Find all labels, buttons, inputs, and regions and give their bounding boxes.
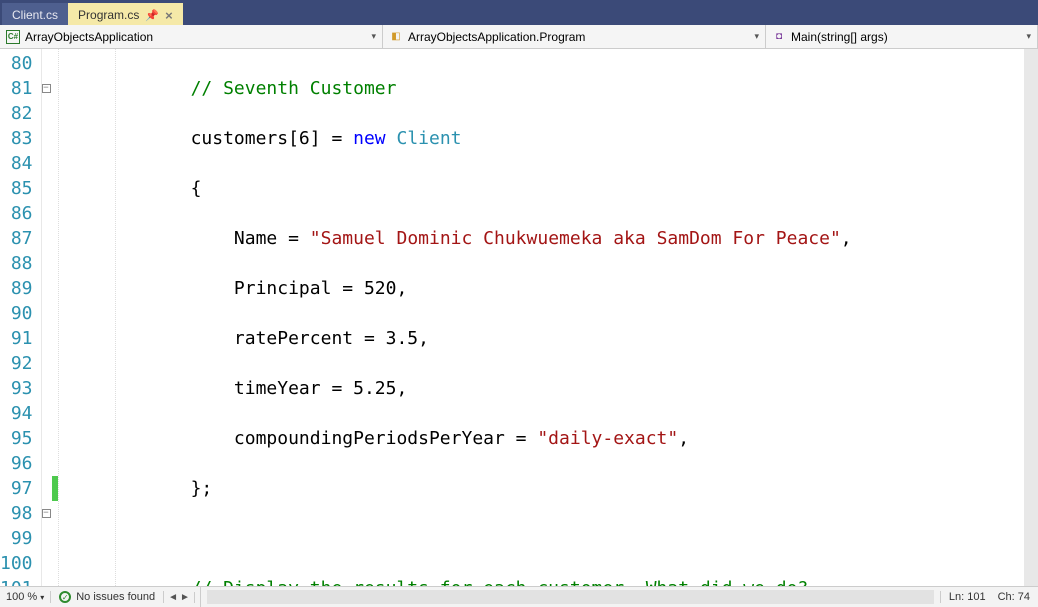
line-number: 83 xyxy=(0,126,33,151)
line-number: 98 xyxy=(0,501,33,526)
class-icon: ◧ xyxy=(389,30,403,44)
line-number: 85 xyxy=(0,176,33,201)
close-icon[interactable]: × xyxy=(165,8,173,23)
nav-namespace-label: ArrayObjectsApplication xyxy=(25,30,153,44)
line-number: 96 xyxy=(0,451,33,476)
editor-area: 8081828384858687888990919293949596979899… xyxy=(0,49,1038,586)
cursor-char: Ch: 74 xyxy=(998,591,1030,603)
next-issue-button[interactable]: ► xyxy=(180,592,190,603)
fold-toggle[interactable]: − xyxy=(42,84,51,93)
line-number: 86 xyxy=(0,201,33,226)
line-number: 97 xyxy=(0,476,33,501)
prev-issue-button[interactable]: ◄ xyxy=(168,592,178,603)
line-number: 93 xyxy=(0,376,33,401)
cursor-line: Ln: 101 xyxy=(949,591,986,603)
line-number: 91 xyxy=(0,326,33,351)
method-icon: ◘ xyxy=(772,30,786,44)
fold-column: − − xyxy=(42,49,51,586)
change-marker-column xyxy=(51,49,58,586)
line-number-gutter: 8081828384858687888990919293949596979899… xyxy=(0,49,42,586)
chevron-down-icon: ▾ xyxy=(1026,31,1031,42)
line-number: 100 xyxy=(0,551,33,576)
zoom-dropdown[interactable]: 100 % ▾ xyxy=(0,591,51,603)
code-editor[interactable]: // Seventh Customer customers[6] = new C… xyxy=(58,49,1038,586)
nav-method-label: Main(string[] args) xyxy=(791,30,888,44)
nav-class-dropdown[interactable]: ◧ ArrayObjectsApplication.Program ▾ xyxy=(383,25,766,48)
tab-label: Client.cs xyxy=(12,8,58,22)
line-number: 92 xyxy=(0,351,33,376)
issues-label: No issues found xyxy=(76,591,155,603)
splitter[interactable] xyxy=(195,587,201,607)
status-bar: 100 % ▾ ✓ No issues found ◄ ► Ln: 101 Ch… xyxy=(0,586,1038,607)
chevron-down-icon: ▾ xyxy=(371,31,376,42)
tab-program[interactable]: Program.cs 📌 × xyxy=(68,3,183,25)
tab-label: Program.cs xyxy=(78,8,139,22)
issues-indicator[interactable]: ✓ No issues found xyxy=(51,591,164,603)
check-icon: ✓ xyxy=(59,591,71,603)
line-number: 82 xyxy=(0,101,33,126)
navigation-bar: C# ArrayObjectsApplication ▾ ◧ ArrayObje… xyxy=(0,25,1038,49)
nav-method-dropdown[interactable]: ◘ Main(string[] args) ▾ xyxy=(766,25,1038,48)
fold-toggle[interactable]: − xyxy=(42,509,51,518)
tab-bar: Client.cs Program.cs 📌 × xyxy=(0,0,1038,25)
nav-namespace-dropdown[interactable]: C# ArrayObjectsApplication ▾ xyxy=(0,25,383,48)
line-number: 88 xyxy=(0,251,33,276)
line-number: 90 xyxy=(0,301,33,326)
line-number: 94 xyxy=(0,401,33,426)
line-number: 89 xyxy=(0,276,33,301)
line-number: 80 xyxy=(0,51,33,76)
zoom-label: 100 % xyxy=(6,591,37,603)
line-number: 84 xyxy=(0,151,33,176)
chevron-down-icon: ▾ xyxy=(754,31,759,42)
line-number: 101 xyxy=(0,576,33,586)
nav-class-label: ArrayObjectsApplication.Program xyxy=(408,30,585,44)
horizontal-scrollbar[interactable] xyxy=(207,590,934,604)
line-number: 87 xyxy=(0,226,33,251)
pin-icon[interactable]: 📌 xyxy=(145,9,159,22)
csharp-icon: C# xyxy=(6,30,20,44)
line-number: 95 xyxy=(0,426,33,451)
tab-client[interactable]: Client.cs xyxy=(2,3,68,25)
line-number: 81 xyxy=(0,76,33,101)
line-number: 99 xyxy=(0,526,33,551)
chevron-down-icon: ▾ xyxy=(40,593,44,602)
